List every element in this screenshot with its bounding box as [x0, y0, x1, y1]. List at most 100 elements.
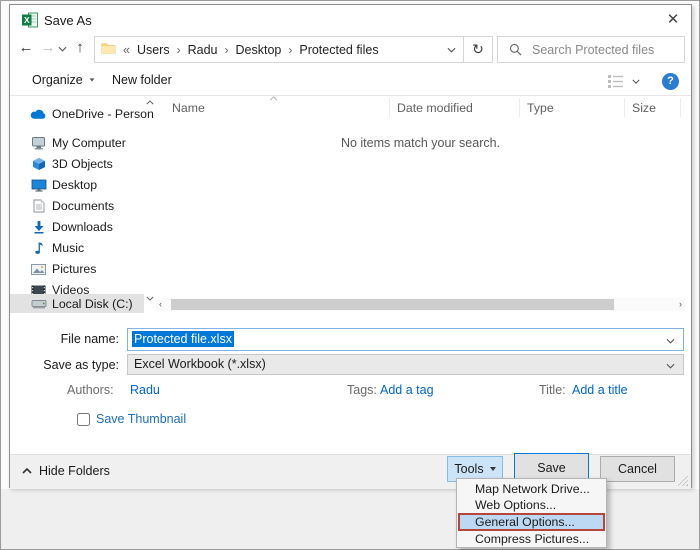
column-header-name[interactable]: Name	[172, 101, 205, 115]
chevron-up-icon	[22, 468, 32, 474]
sidebar-item-local-disk-c[interactable]: Local Disk (C:)	[10, 294, 144, 313]
close-icon[interactable]: ✕	[661, 8, 685, 32]
add-a-title-link[interactable]: Add a title	[572, 383, 628, 397]
tools-dropdown-arrow-icon	[490, 467, 496, 471]
sidebar-item-downloads[interactable]: Downloads	[10, 217, 144, 237]
column-divider[interactable]	[389, 98, 390, 117]
menu-item-general-options[interactable]: General Options...	[458, 513, 605, 531]
authors-value-link[interactable]: Radu	[130, 383, 160, 397]
forward-arrow-icon[interactable]: →	[38, 39, 58, 56]
scroll-right-icon[interactable]: ›	[679, 298, 682, 311]
up-arrow-icon[interactable]: ↑	[70, 39, 90, 56]
breadcrumb-segment-protected-files[interactable]: Protected files	[299, 43, 378, 57]
main-area: OneDrive - Person My Computer	[10, 96, 691, 312]
svg-text:X: X	[24, 15, 30, 25]
help-icon[interactable]: ?	[662, 73, 679, 90]
resize-grip[interactable]	[678, 476, 688, 486]
column-header-size[interactable]: Size	[632, 101, 656, 115]
sidebar-item-label: Local Disk (C:)	[52, 297, 133, 311]
column-divider[interactable]	[624, 98, 625, 117]
save-as-type-chevron-icon[interactable]	[666, 363, 675, 369]
sidebar-item-desktop[interactable]: Desktop	[10, 175, 144, 195]
empty-list-message: No items match your search.	[156, 136, 685, 150]
sidebar-item-label: Music	[52, 241, 84, 255]
sidebar-item-3d-objects[interactable]: 3D Objects	[10, 154, 144, 174]
onedrive-cloud-icon	[30, 106, 47, 122]
scrollbar-thumb[interactable]	[171, 299, 614, 310]
sidebar-item-documents[interactable]: Documents	[10, 196, 144, 216]
details-view-icon[interactable]	[607, 74, 624, 92]
organize-chevron-icon	[89, 78, 94, 81]
sidebar-scroll-down-icon[interactable]	[146, 296, 154, 301]
picture-icon	[30, 261, 47, 277]
folder-icon	[101, 42, 116, 57]
sidebar-item-onedrive[interactable]: OneDrive - Person	[10, 104, 144, 124]
search-box	[497, 36, 685, 63]
organize-button[interactable]: Organize	[32, 73, 95, 87]
save-thumbnail-label: Save Thumbnail	[96, 412, 186, 426]
sidebar-scroll-up-icon[interactable]	[146, 100, 154, 105]
search-input[interactable]	[532, 38, 680, 61]
hide-folders-button[interactable]: Hide Folders	[22, 464, 110, 478]
breadcrumb-segment-desktop[interactable]: Desktop	[236, 43, 282, 57]
address-bar: ← → ↑ « Users › Radu	[10, 36, 691, 64]
menu-item-web-options[interactable]: Web Options...	[458, 497, 605, 513]
save-as-type-label: Save as type:	[10, 358, 119, 372]
view-options-chevron-icon[interactable]	[632, 79, 640, 84]
save-as-type-select[interactable]: Excel Workbook (*.xlsx)	[127, 354, 684, 375]
breadcrumb-segment-users[interactable]: Users	[137, 43, 170, 57]
command-toolbar: Organize New folder ?	[10, 67, 691, 96]
recent-locations-chevron-icon[interactable]	[58, 46, 67, 52]
organize-label: Organize	[32, 73, 83, 87]
new-folder-button[interactable]: New folder	[112, 73, 172, 87]
file-name-dropdown-chevron-icon[interactable]	[666, 338, 675, 344]
refresh-icon[interactable]: ↻	[463, 36, 493, 63]
menu-item-compress-pictures[interactable]: Compress Pictures...	[458, 531, 605, 547]
file-name-label: File name:	[10, 332, 119, 346]
excel-app-icon: X	[22, 12, 38, 28]
hard-disk-icon	[30, 296, 47, 312]
column-header-type[interactable]: Type	[527, 101, 554, 115]
new-folder-label: New folder	[112, 73, 172, 87]
download-arrow-icon	[30, 219, 47, 235]
document-icon	[30, 198, 47, 214]
add-a-tag-link[interactable]: Add a tag	[380, 383, 434, 397]
breadcrumb-segment-radu[interactable]: Radu	[188, 43, 218, 57]
sidebar-item-label: OneDrive - Person	[52, 107, 154, 121]
file-list-header: Name Date modified Type Size	[156, 96, 685, 119]
search-icon	[509, 43, 522, 56]
sidebar-item-label: Documents	[52, 199, 114, 213]
horizontal-scrollbar[interactable]: ‹ ›	[156, 298, 685, 311]
authors-label: Authors:	[67, 383, 114, 397]
save-as-type-value: Excel Workbook (*.xlsx)	[134, 357, 266, 371]
address-dropdown-chevron-icon[interactable]	[447, 47, 456, 53]
file-list-pane: Name Date modified Type Size No items ma…	[156, 96, 685, 312]
back-arrow-icon[interactable]: ←	[16, 39, 36, 56]
computer-icon	[30, 135, 47, 151]
breadcrumb-overflow-indicator[interactable]: «	[123, 43, 130, 57]
3d-cube-icon	[30, 156, 47, 172]
sidebar-item-label: My Computer	[52, 136, 126, 150]
cancel-button[interactable]: Cancel	[600, 456, 675, 482]
column-divider[interactable]	[680, 98, 681, 117]
sidebar-item-label: 3D Objects	[52, 157, 113, 171]
column-header-date-modified[interactable]: Date modified	[397, 101, 473, 115]
sidebar-item-my-computer[interactable]: My Computer	[10, 133, 144, 153]
sidebar-item-label: Downloads	[52, 220, 113, 234]
save-thumbnail-checkbox[interactable]	[77, 413, 90, 426]
breadcrumb-separator: ›	[177, 43, 181, 57]
tags-label: Tags:	[347, 383, 377, 397]
breadcrumb-separator: ›	[288, 43, 292, 57]
scroll-left-icon[interactable]: ‹	[159, 298, 162, 311]
column-divider[interactable]	[519, 98, 520, 117]
navigation-sidebar: OneDrive - Person My Computer	[10, 96, 144, 312]
menu-item-map-network-drive[interactable]: Map Network Drive...	[458, 481, 605, 497]
breadcrumb[interactable]: « Users › Radu › Desktop › Protected fil…	[94, 36, 464, 63]
sort-ascending-icon	[269, 96, 278, 101]
file-name-value: Protected file.xlsx	[132, 331, 234, 347]
sidebar-item-pictures[interactable]: Pictures	[10, 259, 144, 279]
file-name-input[interactable]: Protected file.xlsx	[127, 328, 684, 351]
music-note-icon	[30, 240, 47, 256]
breadcrumb-separator: ›	[225, 43, 229, 57]
sidebar-item-music[interactable]: Music	[10, 238, 144, 258]
